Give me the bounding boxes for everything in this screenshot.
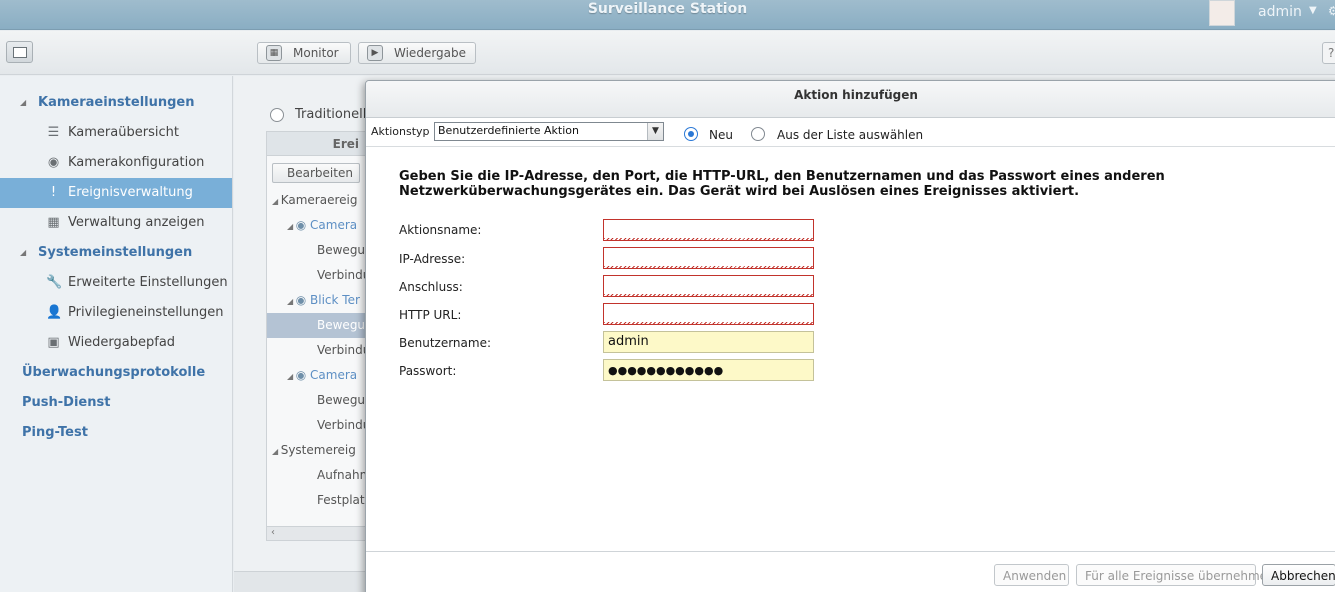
radio-from-list-label: Aus der Liste auswählen (777, 128, 924, 142)
radio-traditional[interactable] (270, 108, 284, 122)
tree-event[interactable]: Bewegu (267, 388, 365, 413)
chevron-down-icon[interactable]: ▼ (1309, 5, 1317, 16)
add-action-dialog: Aktion hinzufügen Aktionstyp Benutzerdef… (365, 80, 1335, 592)
playback-path-icon: ▣ (47, 335, 60, 350)
sidebar-item-event-management[interactable]: ! Ereignisverwaltung (0, 178, 232, 208)
tree-event[interactable]: Aufnahm (267, 463, 365, 488)
traditional-label: Traditionelle (295, 107, 375, 122)
sidebar-item-camera-overview[interactable]: ☰ Kameraübersicht (0, 118, 232, 148)
tree-event[interactable]: Festplat (267, 488, 365, 513)
edit-button[interactable]: Bearbeiten (272, 163, 360, 183)
collapse-arrow-icon[interactable]: ◢ (20, 238, 26, 268)
tree-event-selected[interactable]: Bewegu (267, 313, 365, 338)
wrench-icon: 🔧 (46, 275, 63, 290)
action-name-field[interactable] (603, 219, 814, 241)
monitor-button[interactable]: ▦ Monitor (257, 42, 351, 64)
action-name-label: Aktionsname: (399, 223, 482, 237)
ip-address-field[interactable] (603, 247, 814, 269)
tree-event[interactable]: Verbindu (267, 413, 365, 438)
toolbar: ▦ Monitor ▶ Wiedergabe ? (0, 31, 1335, 75)
tree-camera[interactable]: ◢ ◉ Camera (267, 363, 365, 388)
sidebar-item-advanced-settings[interactable]: 🔧 Erweiterte Einstellungen (0, 268, 232, 298)
tree-event[interactable]: Verbindu (267, 263, 365, 288)
playback-button[interactable]: ▶ Wiedergabe (358, 42, 476, 64)
list-icon: ☰ (47, 125, 60, 140)
sidebar-item-privilege-settings[interactable]: 👤 Privilegieneinstellungen (0, 298, 232, 328)
tree-group[interactable]: ◢ Kameraereig (267, 188, 365, 213)
password-label: Passwort: (399, 364, 457, 378)
play-icon: ▶ (367, 45, 383, 61)
collapse-arrow-icon[interactable]: ◢ (20, 88, 26, 118)
username-field[interactable]: admin (603, 331, 814, 353)
apply-button[interactable]: Anwenden (994, 564, 1069, 586)
port-field[interactable] (603, 275, 814, 297)
sidebar-item-push-service[interactable]: Push-Dienst (0, 388, 232, 418)
sidebar-toggle-button[interactable] (6, 41, 33, 63)
tree-event[interactable]: Bewegu (267, 238, 365, 263)
app-title: Surveillance Station (587, 1, 748, 17)
dialog-title-bar: Aktion hinzufügen (366, 81, 1335, 118)
tree-event[interactable]: Verbindu (267, 338, 365, 363)
dialog-title: Aktion hinzufügen (794, 88, 918, 102)
grid-header: Erei (267, 132, 365, 156)
sidebar-item-display-management[interactable]: ▦ Verwaltung anzeigen (0, 208, 232, 238)
ip-address-label: IP-Adresse: (399, 252, 466, 266)
sidebar-section-system-settings[interactable]: ◢ Systemeinstellungen (0, 238, 232, 268)
tree-camera[interactable]: ◢ ◉ Camera (267, 213, 365, 238)
help-button[interactable]: ? (1322, 42, 1335, 64)
sidebar-section-camera-settings[interactable]: ◢ Kameraeinstellungen (0, 88, 232, 118)
chevron-down-icon[interactable]: ▼ (647, 123, 663, 140)
apply-all-button[interactable]: Für alle Ereignisse übernehmen (1076, 564, 1275, 586)
horizontal-scrollbar[interactable]: ‹ (267, 526, 365, 540)
camera-icon: ◉ (47, 155, 60, 170)
tree-camera[interactable]: ◢ ◉ Blick Ter (267, 288, 365, 313)
sidebar-item-camera-config[interactable]: ◉ Kamerakonfiguration (0, 148, 232, 178)
settings-icon[interactable]: ⚙ (1328, 4, 1335, 18)
avatar[interactable] (1209, 0, 1235, 26)
sidebar-item-playback-path[interactable]: ▣ Wiedergabepfad (0, 328, 232, 358)
sidebar-item-surveillance-logs[interactable]: Überwachungsprotokolle (0, 358, 232, 388)
http-url-label: HTTP URL: (399, 308, 462, 322)
user-menu[interactable]: admin (1258, 4, 1302, 20)
port-label: Anschluss: (399, 280, 463, 294)
title-bar: Surveillance Station admin ▼ ⚙ (0, 0, 1335, 30)
playback-label: Wiedergabe (394, 46, 467, 60)
sidebar: ◢ Kameraeinstellungen ☰ Kameraübersicht … (0, 76, 233, 592)
username-label: Benutzername: (399, 336, 492, 350)
user-icon: 👤 (46, 305, 63, 320)
monitor-label: Monitor (293, 46, 339, 60)
action-type-value: Benutzerdefinierte Aktion (438, 124, 579, 137)
http-url-field[interactable] (603, 303, 814, 325)
action-type-select[interactable]: Benutzerdefinierte Aktion ▼ (434, 122, 664, 141)
dialog-footer: Anwenden Für alle Ereignisse übernehmen … (366, 551, 1335, 592)
radio-from-list[interactable] (751, 127, 765, 141)
action-type-label: Aktionstyp (371, 125, 430, 138)
monitor-icon: ▦ (266, 45, 282, 61)
action-type-row: Aktionstyp Benutzerdefinierte Aktion ▼ N… (366, 119, 1335, 147)
grid-icon: ▦ (47, 215, 60, 230)
radio-new[interactable] (684, 127, 698, 141)
instruction-text: Geben Sie die IP-Adresse, den Port, die … (399, 169, 1165, 199)
radio-new-label: Neu (709, 128, 733, 142)
sidebar-item-ping-test[interactable]: Ping-Test (0, 418, 232, 448)
tree-group[interactable]: ◢ Systemereig (267, 438, 365, 463)
bottom-bar (234, 571, 384, 592)
event-grid: Erei Bearbeiten ◢ Kameraereig ◢ ◉ Camera… (266, 131, 366, 541)
cancel-button[interactable]: Abbrechen (1262, 564, 1335, 586)
panel-icon (13, 47, 27, 58)
password-field[interactable]: ●●●●●●●●●●●● (603, 359, 814, 381)
alert-icon: ! (50, 185, 57, 200)
